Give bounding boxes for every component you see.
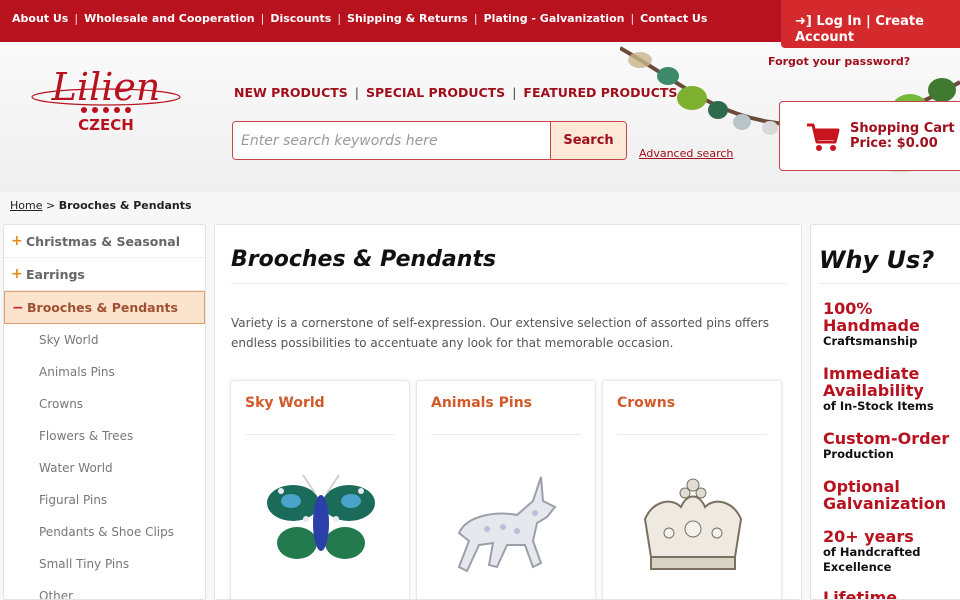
sidebar-sub-pendants-shoe-clips[interactable]: Pendants & Shoe Clips <box>4 516 205 548</box>
why-item-custom-order: Custom-Order Production <box>823 429 950 461</box>
top-nav: About Us | Wholesale and Cooperation | Dis… <box>12 12 708 25</box>
crown-brooch-image[interactable] <box>623 471 763 591</box>
why-item-availability: Immediate Availability of In-Stock Items <box>823 364 934 413</box>
sidebar-sub-water-world[interactable]: Water World <box>4 452 205 484</box>
search-input[interactable] <box>233 122 550 159</box>
product-card-crowns[interactable]: Crowns <box>602 380 782 599</box>
product-card-sky-world[interactable]: Sky World <box>230 380 410 599</box>
title-divider <box>231 283 787 284</box>
top-nav-shipping[interactable]: Shipping & Returns <box>347 12 468 25</box>
search-bar: Search <box>232 121 627 160</box>
unicorn-brooch-image[interactable] <box>437 471 577 591</box>
advanced-search-link[interactable]: Advanced search <box>639 147 733 160</box>
breadcrumb-home[interactable]: Home <box>10 199 42 212</box>
why-us-panel: Why Us? 100% Handmade Craftsmanship Imme… <box>810 224 960 600</box>
nav-new-products[interactable]: NEW PRODUCTS <box>234 85 348 100</box>
expand-plus-icon: + <box>11 233 23 249</box>
card-title[interactable]: Sky World <box>245 395 325 411</box>
main-nav: NEW PRODUCTS | SPECIAL PRODUCTS | FEATURED… <box>234 85 678 100</box>
expand-plus-icon: + <box>11 266 23 282</box>
shopping-cart-icon <box>807 123 840 151</box>
butterfly-brooch-image[interactable] <box>251 471 391 591</box>
sidebar-cat-label: Earrings <box>26 266 85 282</box>
top-nav-contact[interactable]: Contact Us <box>640 12 707 25</box>
cart-price: Price: $0.00 <box>850 136 938 151</box>
breadcrumb: Home > Brooches & Pendants <box>10 199 192 212</box>
forgot-password-link[interactable]: Forgot your password? <box>768 55 910 68</box>
nav-special-products[interactable]: SPECIAL PRODUCTS <box>366 85 505 100</box>
breadcrumb-current: Brooches & Pendants <box>58 199 192 212</box>
product-card-animals-pins[interactable]: Animals Pins <box>416 380 596 599</box>
why-item-handmade: 100% Handmade Craftsmanship <box>823 299 920 348</box>
nav-featured-products[interactable]: FEATURED PRODUCTS <box>523 85 677 100</box>
account-box: ➜] Log In | Create Account <box>781 0 960 48</box>
sidebar-sub-animals-pins[interactable]: Animals Pins <box>4 356 205 388</box>
svg-text:CZECH: CZECH <box>78 116 134 134</box>
sidebar-cat-christmas[interactable]: + Christmas & Seasonal <box>4 225 205 258</box>
svg-text:Lilien: Lilien <box>51 66 161 109</box>
login-link[interactable]: Log In <box>816 14 861 29</box>
why-item-galvanization: Optional Galvanization <box>823 477 947 513</box>
card-title[interactable]: Crowns <box>617 395 675 411</box>
category-intro: Variety is a cornerstone of self-express… <box>231 316 769 350</box>
sidebar-sub-crowns[interactable]: Crowns <box>4 388 205 420</box>
main-content: Brooches & Pendants Variety is a corners… <box>214 224 802 600</box>
top-nav-wholesale[interactable]: Wholesale and Cooperation <box>84 12 255 25</box>
sidebar-sub-other[interactable]: Other <box>4 580 205 599</box>
sidebar-sub-small-tiny-pins[interactable]: Small Tiny Pins <box>4 548 205 580</box>
top-nav-about[interactable]: About Us <box>12 12 68 25</box>
top-nav-discounts[interactable]: Discounts <box>270 12 331 25</box>
sidebar-sub-flowers-trees[interactable]: Flowers & Trees <box>4 420 205 452</box>
why-item-experience: 20+ years of Handcrafted Excellence <box>823 527 921 574</box>
page-title: Brooches & Pendants <box>231 247 497 272</box>
collapse-minus-icon: − <box>12 299 24 316</box>
sidebar-cat-brooches[interactable]: − Brooches & Pendants <box>4 291 205 324</box>
sidebar-cat-label: Brooches & Pendants <box>27 300 178 315</box>
search-button[interactable]: Search <box>550 122 626 159</box>
sidebar-cat-earrings[interactable]: + Earrings <box>4 258 205 291</box>
login-icon: ➜] <box>795 14 812 29</box>
sidebar-cat-label: Christmas & Seasonal <box>26 233 181 249</box>
shopping-cart-box[interactable]: Shopping Cart Price: $0.00 <box>779 101 960 171</box>
lilien-czech-logo[interactable]: Lilien CZECH <box>24 66 189 136</box>
why-us-title: Why Us? <box>819 246 935 274</box>
category-sidebar: + Christmas & Seasonal + Earrings − Broo… <box>3 224 206 600</box>
sidebar-sub-sky-world[interactable]: Sky World <box>4 324 205 356</box>
why-item-lifetime: Lifetime <box>823 588 898 600</box>
top-nav-plating[interactable]: Plating - Galvanization <box>484 12 625 25</box>
cart-label: Shopping Cart <box>850 121 955 136</box>
sidebar-sub-figural-pins[interactable]: Figural Pins <box>4 484 205 516</box>
card-title[interactable]: Animals Pins <box>431 395 532 411</box>
